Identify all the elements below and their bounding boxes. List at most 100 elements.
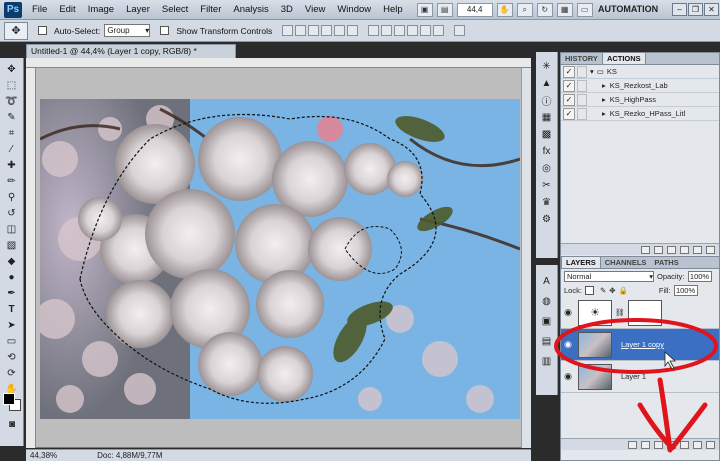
tab-layers[interactable]: LAYERS	[561, 256, 601, 268]
action-toggle-checkbox[interactable]: ✓	[563, 79, 575, 92]
play-icon[interactable]	[667, 245, 676, 254]
align-hcenter-icon[interactable]	[334, 25, 346, 36]
show-transform-checkbox[interactable]	[160, 26, 170, 35]
action-toggle-checkbox[interactable]: ✓	[563, 93, 575, 106]
visibility-eye-icon[interactable]: ◉	[561, 339, 575, 350]
dialog-toggle-box[interactable]	[577, 93, 587, 106]
dodge-tool-icon[interactable]: ●	[4, 270, 20, 284]
pen-tool-icon[interactable]: ✒	[4, 286, 20, 300]
link-layers-icon[interactable]	[628, 440, 637, 449]
navigator-icon[interactable]: ✳	[540, 60, 554, 72]
trash-icon[interactable]	[706, 440, 715, 449]
crop-tool-icon[interactable]: ⌗	[4, 126, 20, 140]
tools-icon[interactable]: ✂	[540, 179, 554, 191]
type-tool-icon[interactable]: T	[4, 302, 20, 316]
histogram-icon[interactable]: ▲	[540, 77, 554, 89]
lock-all-icon[interactable]: 🔒	[619, 286, 628, 295]
auto-select-checkbox[interactable]	[38, 26, 47, 35]
styles-icon[interactable]: ▩	[540, 128, 554, 140]
animation-icon[interactable]: ▥	[540, 355, 554, 367]
masks-icon[interactable]: ◎	[540, 162, 554, 174]
action-item[interactable]: ✓ ▸ KS_Rezko_HPass_Litl	[561, 107, 719, 121]
align-top-icon[interactable]	[282, 25, 294, 36]
swatches-icon[interactable]: ▦	[540, 111, 554, 123]
screen-mode-icon[interactable]: ▭	[576, 2, 593, 17]
new-adjustment-icon[interactable]	[667, 440, 676, 449]
dialog-toggle-box[interactable]	[577, 79, 587, 92]
dialog-toggle-box[interactable]	[577, 107, 587, 120]
brushes-icon[interactable]: ♛	[540, 196, 554, 208]
notes-icon[interactable]: ▣	[540, 315, 554, 327]
layer-style-icon[interactable]	[641, 440, 650, 449]
layer-row-layer-1[interactable]: ◉ Layer 1	[561, 361, 719, 393]
new-group-icon[interactable]	[680, 440, 689, 449]
new-set-icon[interactable]	[680, 245, 689, 254]
paragraph-icon[interactable]: ◍	[540, 295, 554, 307]
menu-select[interactable]: Select	[156, 4, 194, 15]
align-right-icon[interactable]	[347, 25, 359, 36]
action-toggle-checkbox[interactable]: ✓	[563, 65, 575, 78]
eyedropper-tool-icon[interactable]: ⁄	[4, 142, 20, 156]
distribute-top-icon[interactable]	[368, 25, 380, 36]
stop-icon[interactable]	[641, 245, 650, 254]
healing-brush-tool-icon[interactable]: ✚	[4, 158, 20, 172]
distribute-bottom-icon[interactable]	[394, 25, 406, 36]
lock-transparency-icon[interactable]	[584, 285, 594, 295]
foreground-color-swatch[interactable]	[3, 393, 15, 405]
disclosure-triangle-icon[interactable]: ▸	[602, 109, 606, 118]
quick-select-tool-icon[interactable]: ✎	[4, 110, 20, 124]
status-zoom[interactable]: 44,38%	[30, 451, 57, 460]
workspace-switcher[interactable]: AUTOMATION	[598, 4, 658, 14]
align-bottom-icon[interactable]	[308, 25, 320, 36]
zoom-level-field[interactable]: 44,4	[456, 2, 493, 17]
distribute-right-icon[interactable]	[433, 25, 445, 36]
blur-tool-icon[interactable]: ◆	[4, 254, 20, 268]
rotate-view-icon[interactable]: ↻	[536, 2, 553, 17]
fill-field[interactable]: 100%	[673, 284, 698, 296]
new-action-icon[interactable]	[693, 245, 702, 254]
arrange-icon[interactable]: ▤	[436, 2, 453, 17]
distribute-vcenter-icon[interactable]	[381, 25, 393, 36]
align-vcenter-icon[interactable]	[295, 25, 307, 36]
visibility-eye-icon[interactable]: ◉	[561, 371, 575, 382]
auto-align-icon[interactable]	[454, 25, 466, 36]
bridge-button-icon[interactable]: ▣	[416, 2, 433, 17]
distribute-left-icon[interactable]	[407, 25, 419, 36]
3d-rotate-tool-icon[interactable]: ⟲	[4, 350, 20, 364]
tab-actions[interactable]: ACTIONS	[601, 52, 646, 64]
opacity-field[interactable]: 100%	[687, 270, 712, 282]
menu-help[interactable]: Help	[377, 4, 409, 15]
action-set-ks[interactable]: ✓ ▾ ▭ KS	[561, 65, 719, 79]
distribute-hcenter-icon[interactable]	[420, 25, 432, 36]
align-left-icon[interactable]	[321, 25, 333, 36]
clone-stamp-tool-icon[interactable]: ⚲	[4, 190, 20, 204]
action-item[interactable]: ✓ ▸ KS_HighPass	[561, 93, 719, 107]
lasso-tool-icon[interactable]: ➰	[4, 94, 20, 108]
auto-select-dropdown[interactable]: Group ▾	[104, 24, 151, 37]
marquee-tool-icon[interactable]: ⬚	[4, 78, 20, 92]
image-canvas[interactable]	[40, 99, 520, 419]
menu-layer[interactable]: Layer	[120, 4, 156, 15]
gradient-tool-icon[interactable]: ▧	[4, 238, 20, 252]
menu-view[interactable]: View	[299, 4, 331, 15]
layer-row-adjustment[interactable]: ◉ ☀ ⛓	[561, 297, 719, 329]
layer-comps-icon[interactable]: ▤	[540, 335, 554, 347]
menu-analysis[interactable]: Analysis	[227, 4, 274, 15]
lock-position-icon[interactable]: ✥	[609, 286, 615, 295]
add-mask-icon[interactable]	[654, 440, 663, 449]
tab-history[interactable]: HISTORY	[561, 53, 602, 64]
action-toggle-checkbox[interactable]: ✓	[563, 107, 575, 120]
arrange-documents-icon[interactable]: ▦	[556, 2, 573, 17]
tab-channels[interactable]: CHANNELS	[601, 257, 651, 268]
clone-source-icon[interactable]: ⚙	[540, 213, 554, 225]
disclosure-triangle-icon[interactable]: ▸	[602, 81, 606, 90]
menu-edit[interactable]: Edit	[53, 4, 81, 15]
move-tool-icon[interactable]: ✥	[4, 62, 20, 76]
trash-icon[interactable]	[706, 245, 715, 254]
move-tool-preset-icon[interactable]: ✥	[4, 21, 28, 40]
character-icon[interactable]: A	[540, 275, 554, 287]
menu-filter[interactable]: Filter	[194, 4, 227, 15]
eraser-tool-icon[interactable]: ◫	[4, 222, 20, 236]
action-item[interactable]: ✓ ▸ KS_Rezkost_Lab	[561, 79, 719, 93]
menu-image[interactable]: Image	[82, 4, 120, 15]
